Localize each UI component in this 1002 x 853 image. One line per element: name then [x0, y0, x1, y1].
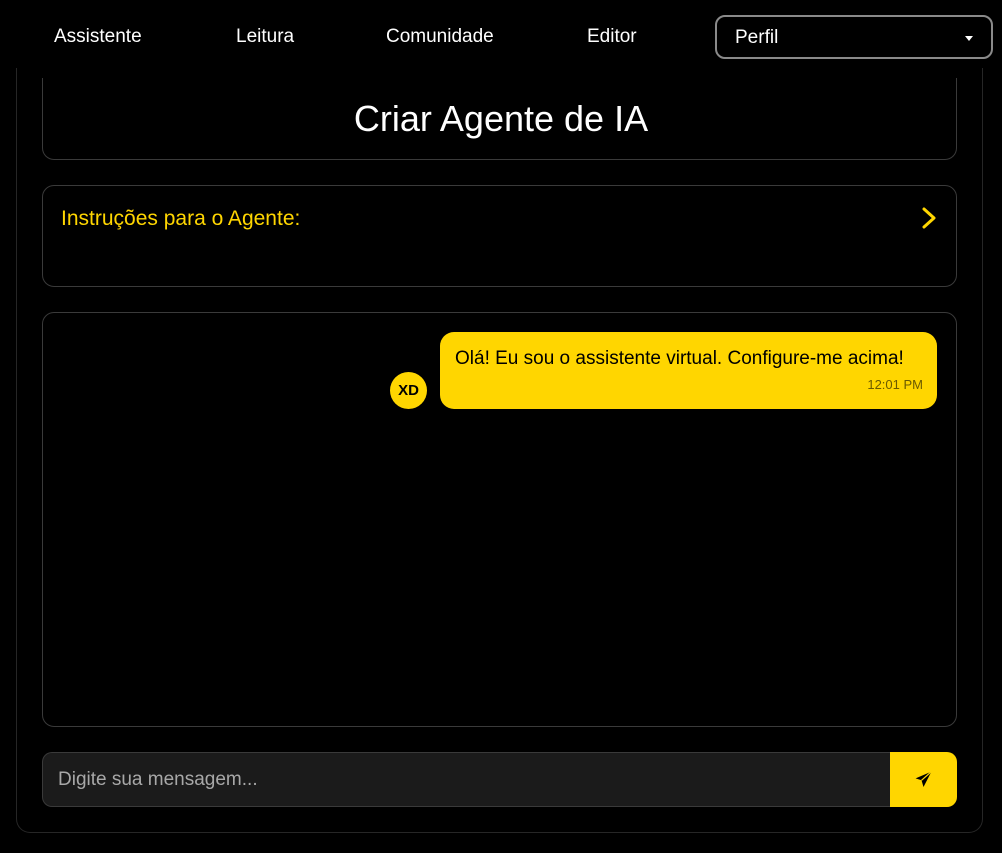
message-text: Olá! Eu sou o assistente virtual. Config… [455, 348, 904, 369]
instructions-toggle[interactable] [42, 185, 957, 287]
nav-item-assistente[interactable]: Assistente [54, 26, 142, 48]
avatar: XD [390, 372, 427, 409]
message-input[interactable] [42, 752, 891, 807]
profile-select[interactable]: Perfil [715, 15, 993, 59]
nav-item-comunidade[interactable]: Comunidade [386, 26, 494, 48]
message-timestamp: 12:01 PM [867, 377, 923, 392]
chevron-right-icon[interactable] [918, 206, 940, 230]
nav-item-editor[interactable]: Editor [587, 26, 637, 48]
paper-plane-icon [915, 771, 932, 788]
instructions-label: Instruções para o Agente: [61, 207, 301, 230]
nav-item-leitura[interactable]: Leitura [236, 26, 294, 48]
page-title: Criar Agente de IA [353, 98, 649, 139]
send-button[interactable] [890, 752, 957, 807]
profile-select-value: Perfil [735, 27, 779, 48]
message-bubble: Olá! Eu sou o assistente virtual. Config… [440, 332, 937, 409]
caret-down-icon [965, 36, 973, 41]
top-navigation: Assistente Leitura Comunidade Editor Per… [0, 0, 1002, 78]
